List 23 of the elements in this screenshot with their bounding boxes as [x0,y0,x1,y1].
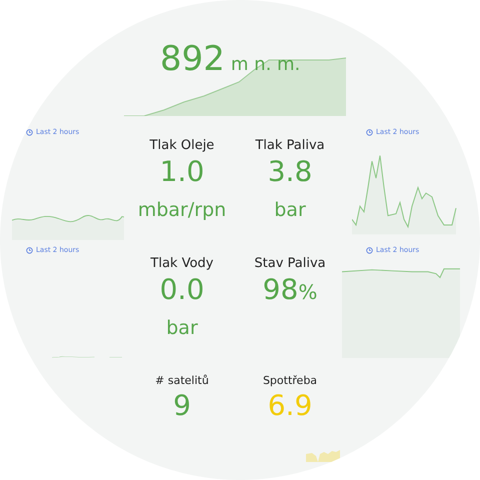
stat-unit: bar [274,198,306,221]
stat-unit: bar [166,316,198,339]
stat-title: Stav Paliva [254,256,326,271]
clock-icon [366,128,373,136]
stat-value: 98% [262,273,318,307]
clock-icon [26,246,33,254]
altitude-unit: m n. m. [230,56,300,74]
stat-title: Tlak Paliva [255,138,325,153]
stat-unit: mbar/rpn [138,198,226,221]
sparkline-graph [306,450,340,462]
stat-title: Tlak Oleje [150,138,214,153]
stat-value: 6.9 [268,389,312,423]
stat-title: Spottřeba [262,374,318,387]
clock-icon [366,246,373,254]
stat-title: # satelitů [155,374,209,387]
stat-value: 0.0 [160,273,204,307]
stat-value: 1.0 [160,155,204,189]
altitude-value: 892 [160,42,225,76]
sparkline-graph [52,356,122,358]
clock-icon [26,128,33,136]
stat-value: 3.8 [268,155,312,189]
stat-title: Tlak Vody [150,256,214,271]
stat-value: 9 [173,389,191,423]
